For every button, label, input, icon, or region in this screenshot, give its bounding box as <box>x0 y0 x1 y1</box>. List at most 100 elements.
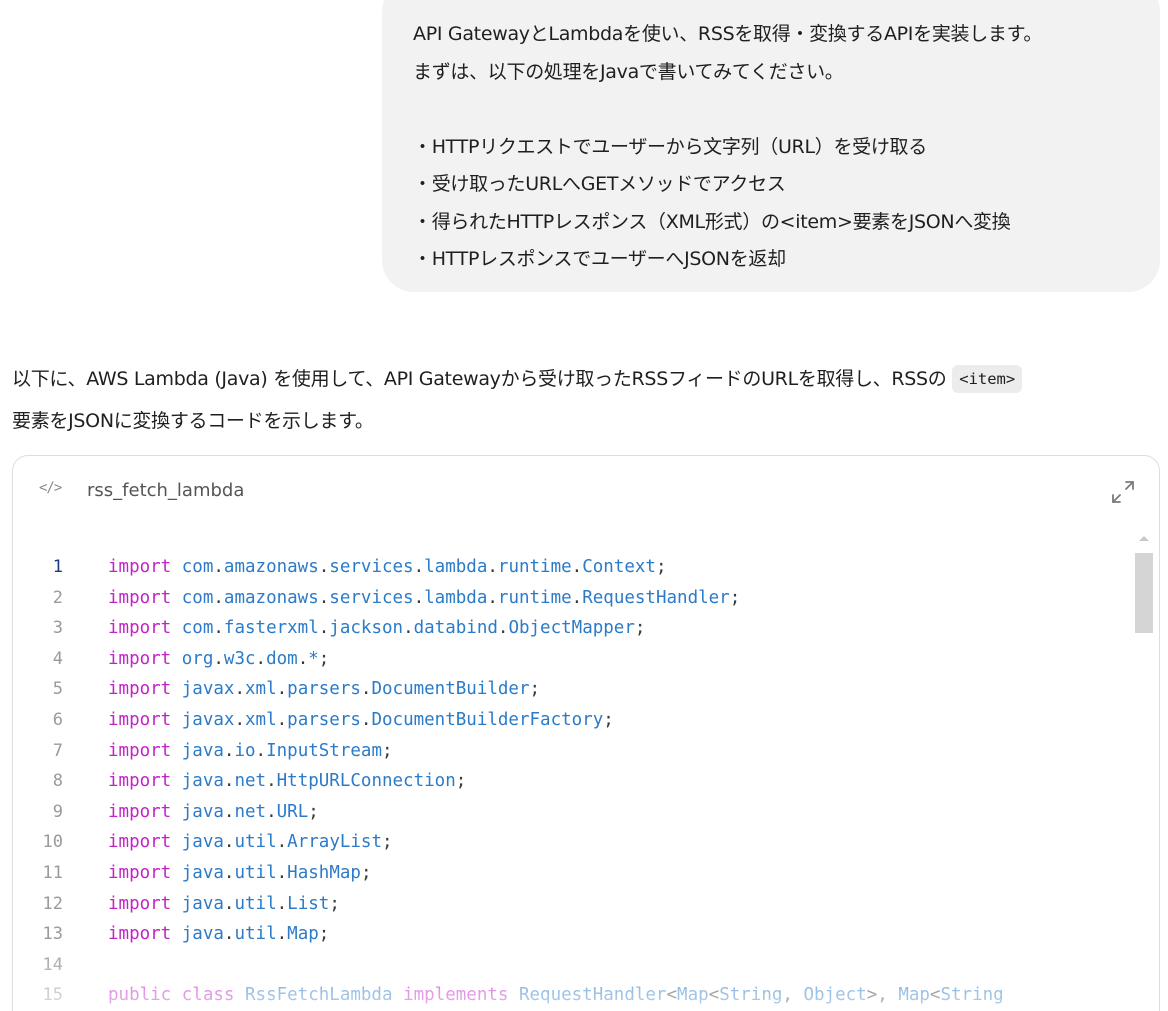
scroll-up-arrow-icon[interactable] <box>1139 536 1149 541</box>
line-number: 2 <box>52 587 63 608</box>
line-number: 15 <box>42 985 63 1006</box>
code-token: amazonaws <box>223 557 319 577</box>
code-token: parsers <box>287 679 361 700</box>
code-token: ; <box>318 648 330 669</box>
code-token: ; <box>655 557 667 577</box>
code-token: import <box>108 832 172 853</box>
code-token: . <box>403 618 414 639</box>
code-token: class <box>181 985 235 1006</box>
code-token: . <box>234 679 245 700</box>
line-number: 3 <box>52 618 63 639</box>
code-token: ; <box>382 832 393 853</box>
code-token: InputStream <box>266 740 382 761</box>
code-token: java <box>181 801 224 822</box>
code-token: . <box>360 679 372 700</box>
assistant-message: 以下に、AWS Lambda (Java) を使用して、API Gatewayか… <box>12 358 1162 442</box>
assistant-line-2: 要素をJSONに変換するコードを示します。 <box>12 410 374 432</box>
code-token: ; <box>729 587 741 608</box>
user-message-line <box>413 91 1140 129</box>
code-line: 9 import java.net.URL; <box>13 797 1159 828</box>
code-token: . <box>571 557 583 577</box>
code-token: import <box>108 924 172 945</box>
code-token: . <box>213 587 224 608</box>
code-token: . <box>360 709 372 730</box>
code-text: import java.io.InputStream; <box>108 736 393 767</box>
code-token: import <box>108 893 172 914</box>
code-text: import com.amazonaws.services.lambda.run… <box>108 552 667 583</box>
code-text: import org.w3c.dom.*; <box>108 644 329 675</box>
code-token: . <box>318 587 330 608</box>
code-token: ObjectMapper <box>508 618 635 639</box>
code-token: ; <box>603 709 614 730</box>
code-token: Map <box>677 985 709 1006</box>
code-token: HttpURLConnection <box>276 771 456 792</box>
code-token: import <box>108 618 172 639</box>
code-text: import javax.xml.parsers.DocumentBuilder… <box>108 674 540 705</box>
expand-button[interactable] <box>1109 478 1137 506</box>
code-token: < <box>708 985 720 1006</box>
line-number: 14 <box>42 954 63 975</box>
code-editor[interactable]: 1 import com.amazonaws.services.lambda.ru… <box>13 552 1159 1011</box>
code-token: import <box>108 801 172 822</box>
code-line: 10 import java.util.ArrayList; <box>13 827 1159 858</box>
code-token: . <box>255 740 267 761</box>
line-number: 5 <box>52 679 63 700</box>
code-header: </> rss_fetch_lambda <box>13 456 1159 528</box>
line-number: 8 <box>52 771 63 792</box>
code-line: 1 import com.amazonaws.services.lambda.ru… <box>13 552 1159 583</box>
code-token: . <box>297 648 309 669</box>
code-token: . <box>487 557 498 577</box>
code-token: . <box>223 801 235 822</box>
line-number: 7 <box>52 740 63 761</box>
code-token: ; <box>318 924 330 945</box>
line-number: 13 <box>42 924 63 945</box>
code-line: 11 import java.util.HashMap; <box>13 858 1159 889</box>
code-token: Map <box>287 924 319 945</box>
code-token: , <box>782 985 804 1006</box>
user-message-bubble: API GatewayとLambdaを使い、RSSを取得・変換するAPIを実装し… <box>382 0 1160 292</box>
code-line: 4 import org.w3c.dom.*; <box>13 644 1159 675</box>
code-token: Map <box>898 985 930 1006</box>
code-token: < <box>666 985 678 1006</box>
code-line: 12 import java.util.List; <box>13 889 1159 920</box>
code-title[interactable]: rss_fetch_lambda <box>87 480 244 501</box>
code-token: org <box>181 648 214 669</box>
code-token: com <box>181 557 214 577</box>
code-token: util <box>234 832 277 853</box>
code-text: import java.net.URL; <box>108 797 319 828</box>
chat-page: API GatewayとLambdaを使い、RSSを取得・変換するAPIを実装し… <box>0 0 1168 1011</box>
code-text: import com.fasterxml.jackson.databind.Ob… <box>108 613 645 644</box>
code-icon: </> <box>39 480 62 496</box>
code-token: . <box>318 618 330 639</box>
code-token: . <box>213 557 224 577</box>
user-message-line: API GatewayとLambdaを使い、RSSを取得・変換するAPIを実装し… <box>413 23 1043 45</box>
code-token: runtime <box>497 557 572 577</box>
code-token: xml <box>245 679 277 700</box>
code-token: List <box>287 893 330 914</box>
code-token: . <box>266 771 277 792</box>
code-artifact-card: </> rss_fetch_lambda 1 import com.amazona… <box>12 455 1160 1011</box>
code-token: . <box>223 771 235 792</box>
code-line: 15 public class RssFetchLambda implements… <box>13 980 1159 1011</box>
scrollbar-thumb[interactable] <box>1135 553 1153 633</box>
code-token: . <box>234 709 245 730</box>
code-token: lambda <box>424 587 488 608</box>
code-token: w3c <box>223 648 256 669</box>
code-token: DocumentBuilder <box>371 679 530 700</box>
line-number: 9 <box>52 801 63 822</box>
inline-code: <item> <box>952 365 1023 393</box>
code-text: public class RssFetchLambda implements R… <box>108 980 1004 1011</box>
code-line: 2 import com.amazonaws.services.lambda.ru… <box>13 583 1159 614</box>
code-token: DocumentBuilderFactory <box>371 709 604 730</box>
code-text: import java.util.Map; <box>108 919 329 950</box>
code-text: import com.amazonaws.services.lambda.run… <box>108 583 740 614</box>
code-token: java <box>181 771 224 792</box>
code-scrollbar[interactable] <box>1135 536 1153 1011</box>
